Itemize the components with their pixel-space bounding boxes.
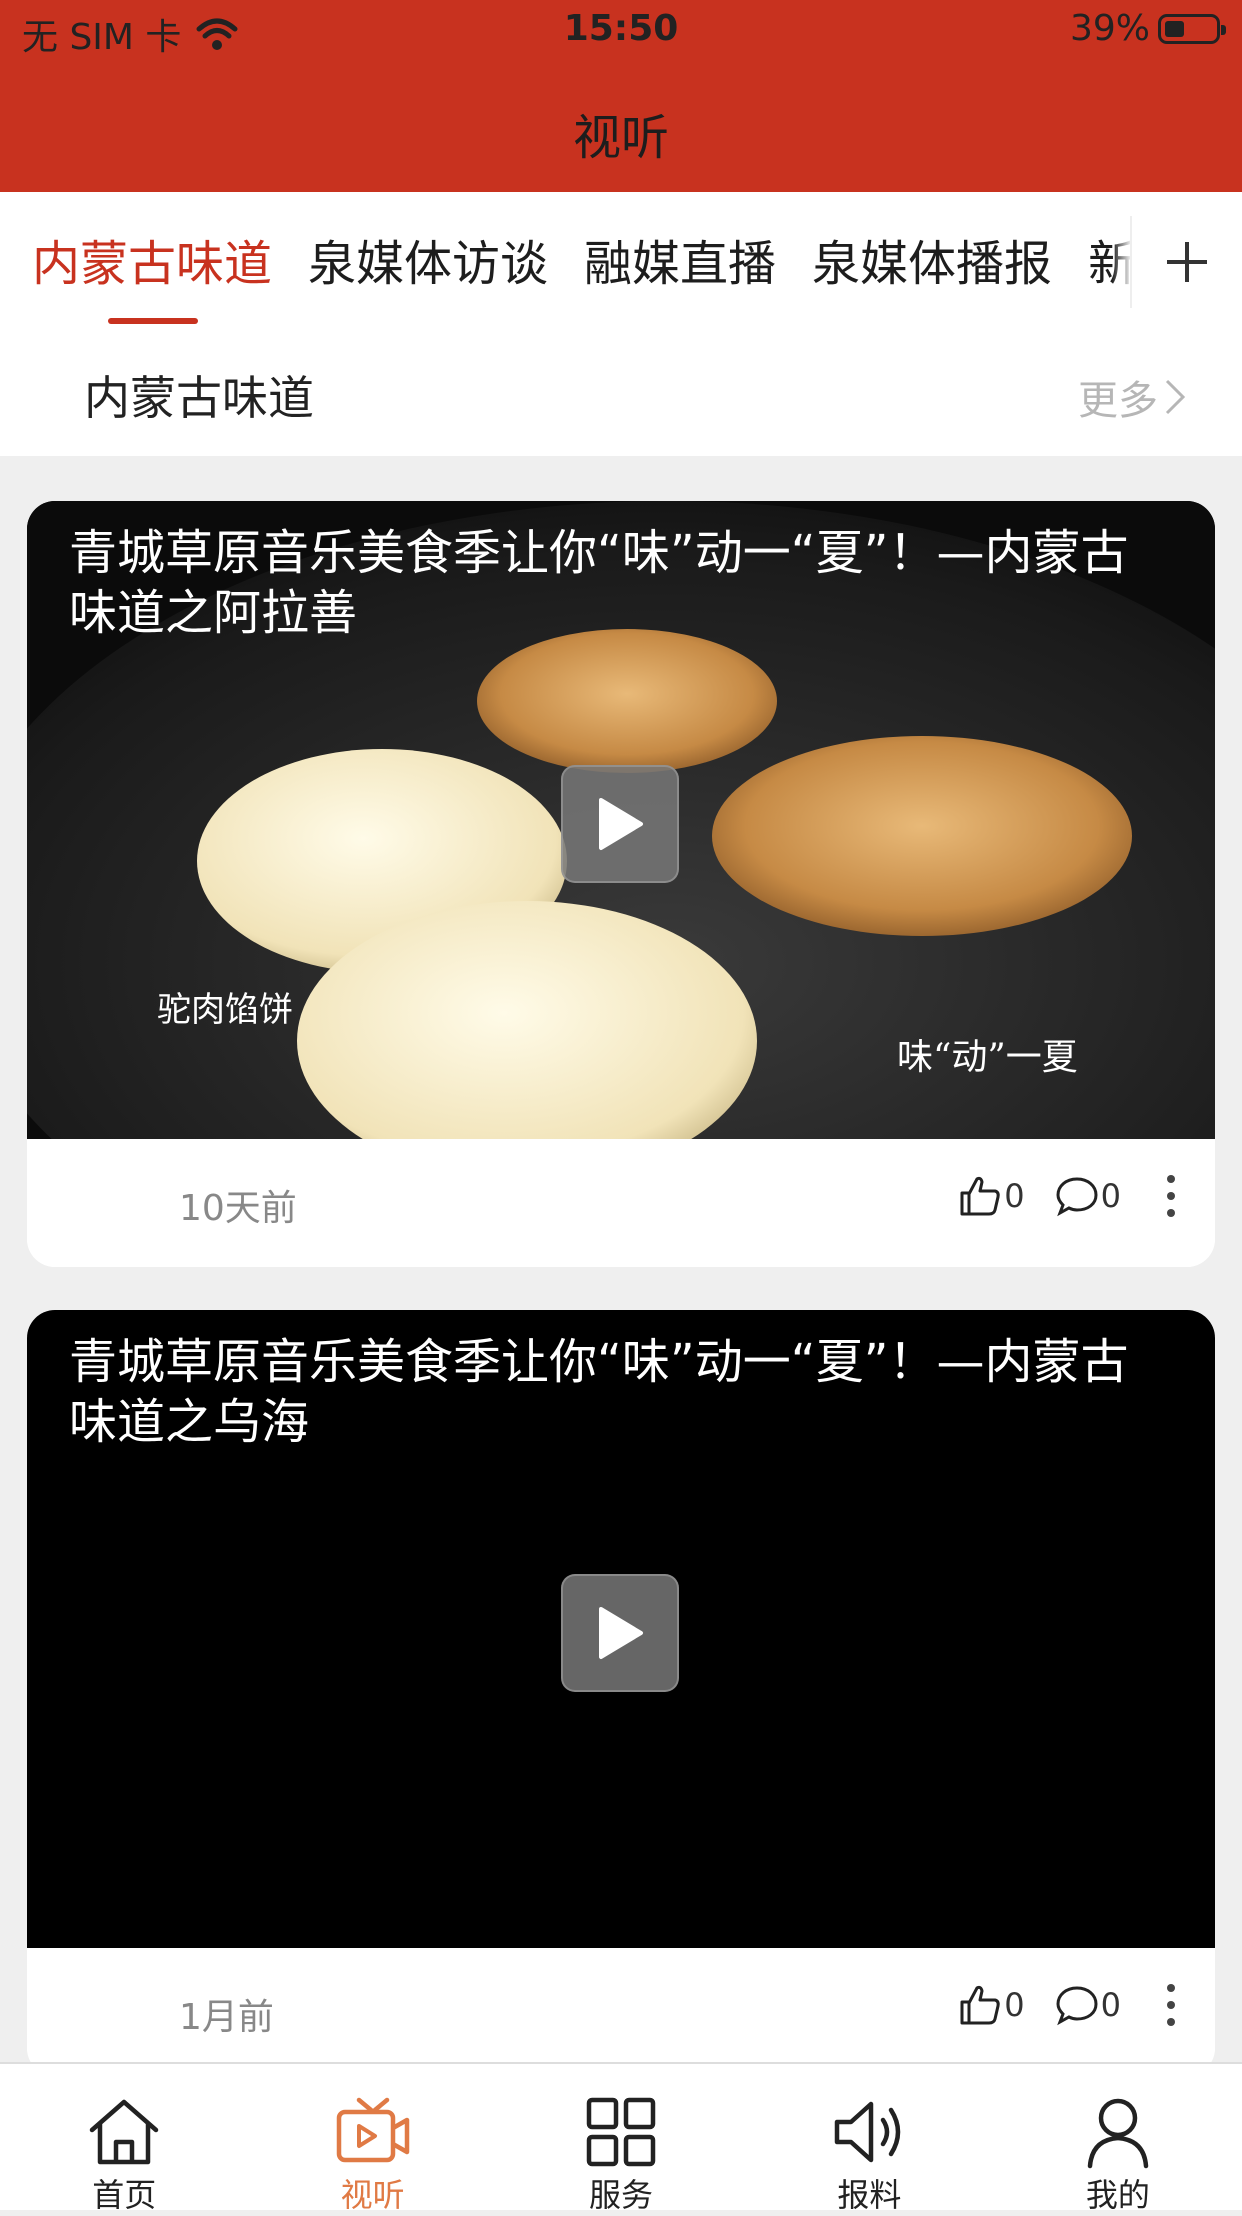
comment-icon bbox=[1056, 1986, 1098, 2026]
nav-label-home: 首页 bbox=[92, 2176, 157, 2214]
more-options-button[interactable] bbox=[1165, 1173, 1177, 1219]
chevron-right-icon bbox=[1165, 379, 1186, 415]
card-footer: 10天前 0 0 bbox=[27, 1139, 1215, 1267]
video-icon bbox=[336, 2097, 409, 2163]
battery-level bbox=[1165, 20, 1184, 37]
nav-services[interactable]: 服务 bbox=[497, 2064, 745, 2214]
video-card[interactable]: 青城草原音乐美食季让你“味”动一“夏”！—内蒙古味道之乌海 1月前 0 0 bbox=[27, 1310, 1215, 2076]
play-icon bbox=[599, 1607, 643, 1659]
nav-label-profile: 我的 bbox=[1085, 2176, 1150, 2214]
play-button[interactable] bbox=[561, 1574, 679, 1692]
play-button[interactable] bbox=[561, 765, 679, 883]
like-button[interactable]: 0 bbox=[958, 1984, 1025, 2026]
nav-report[interactable]: 报料 bbox=[745, 2064, 993, 2214]
nav-profile[interactable]: 我的 bbox=[994, 2064, 1242, 2214]
video-title: 青城草原音乐美食季让你“味”动一“夏”！—内蒙古味道之乌海 bbox=[69, 1334, 1129, 1450]
video-thumbnail[interactable]: 驼肉馅饼 味“动”一夏 青城草原音乐美食季让你“味”动一“夏”！—内蒙古味道之阿… bbox=[27, 501, 1215, 1139]
page-title: 视听 bbox=[572, 110, 669, 166]
active-tab-indicator bbox=[108, 318, 198, 324]
section-header: 内蒙古味道 更多 bbox=[0, 332, 1242, 456]
home-icon bbox=[89, 2099, 159, 2165]
more-options-button[interactable] bbox=[1165, 1982, 1177, 2028]
card-footer: 1月前 0 0 bbox=[27, 1948, 1215, 2076]
category-tabs: 内蒙古味道 泉媒体访谈 融媒直播 泉媒体播报 新 bbox=[0, 192, 1242, 332]
tab-inner-mongolia-taste[interactable]: 内蒙古味道 bbox=[32, 224, 272, 294]
speaker-icon bbox=[835, 2101, 901, 2163]
bottom-nav: 首页 视听 服务 报料 我的 bbox=[0, 2062, 1242, 2214]
thumbs-up-icon bbox=[960, 1985, 1000, 2025]
more-label: 更多 bbox=[1078, 378, 1158, 424]
overlay-dish-name: 驼肉馅饼 bbox=[157, 990, 293, 1030]
play-icon bbox=[599, 798, 643, 850]
nav-video[interactable]: 视听 bbox=[248, 2064, 496, 2214]
more-vertical-icon bbox=[1167, 1175, 1175, 1217]
tab-broadcast[interactable]: 泉媒体播报 bbox=[812, 224, 1052, 294]
video-title: 青城草原音乐美食季让你“味”动一“夏”！—内蒙古味道之阿拉善 bbox=[69, 525, 1129, 641]
overlay-slogan: 味“动”一夏 bbox=[897, 1037, 1078, 1078]
tab-live[interactable]: 融媒直播 bbox=[584, 224, 776, 294]
publish-time: 1月前 bbox=[179, 1997, 274, 2038]
thumbs-up-icon bbox=[960, 1176, 1000, 1216]
grid-icon bbox=[586, 2097, 656, 2167]
tab-fade bbox=[1112, 192, 1132, 332]
comment-icon bbox=[1056, 1177, 1098, 1217]
video-thumbnail[interactable]: 青城草原音乐美食季让你“味”动一“夏”！—内蒙古味道之乌海 bbox=[27, 1310, 1215, 1948]
like-count: 0 bbox=[1004, 1986, 1025, 2024]
top-bar: 无 SIM 卡 15:50 39% 视听 bbox=[0, 0, 1242, 192]
user-icon bbox=[1087, 2098, 1149, 2169]
like-count: 0 bbox=[1004, 1177, 1025, 1215]
nav-home[interactable]: 首页 bbox=[0, 2064, 248, 2214]
plus-icon bbox=[1167, 242, 1207, 282]
add-channel-button[interactable] bbox=[1130, 216, 1242, 308]
section-title: 内蒙古味道 bbox=[84, 371, 314, 425]
battery-icon bbox=[1158, 13, 1226, 44]
tab-interview[interactable]: 泉媒体访谈 bbox=[308, 224, 548, 294]
more-link[interactable]: 更多 bbox=[1078, 368, 1186, 426]
battery-percent: 39% bbox=[1069, 8, 1150, 49]
comment-button[interactable]: 0 bbox=[1055, 1984, 1121, 2026]
video-card[interactable]: 驼肉馅饼 味“动”一夏 青城草原音乐美食季让你“味”动一“夏”！—内蒙古味道之阿… bbox=[27, 501, 1215, 1267]
nav-label-report: 报料 bbox=[837, 2176, 902, 2214]
nav-label-video: 视听 bbox=[340, 2176, 405, 2214]
status-time: 15:50 bbox=[563, 8, 679, 49]
comment-count: 0 bbox=[1100, 1177, 1121, 1215]
nav-label-services: 服务 bbox=[589, 2176, 654, 2214]
comment-count: 0 bbox=[1100, 1986, 1121, 2024]
like-button[interactable]: 0 bbox=[958, 1175, 1025, 1217]
status-battery: 39% bbox=[1069, 8, 1226, 49]
comment-button[interactable]: 0 bbox=[1055, 1175, 1121, 1217]
more-vertical-icon bbox=[1167, 1984, 1175, 2026]
publish-time: 10天前 bbox=[179, 1188, 297, 1229]
